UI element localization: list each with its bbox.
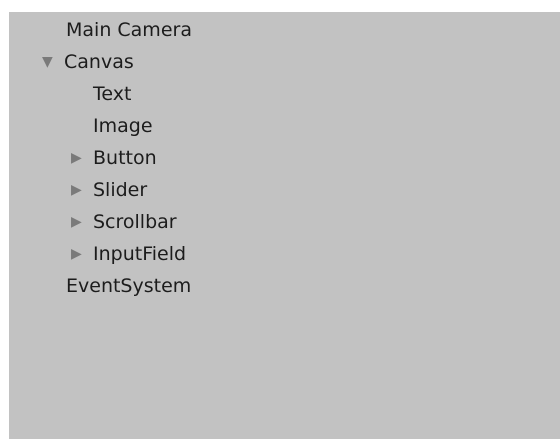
hierarchy-item-eventsystem[interactable]: EventSystem xyxy=(66,270,191,302)
hierarchy-item-label: InputField xyxy=(93,243,187,265)
hierarchy-item-label: Main Camera xyxy=(66,19,192,41)
hierarchy-item-label: Scrollbar xyxy=(93,211,177,233)
hierarchy-item-label: Canvas xyxy=(64,51,134,73)
hierarchy-item-button[interactable]: ▶ Button xyxy=(71,142,157,174)
triangle-right-icon[interactable]: ▶ xyxy=(71,246,93,262)
hierarchy-item-label: Text xyxy=(93,83,132,105)
hierarchy-item-canvas[interactable]: ▼ Canvas xyxy=(42,46,134,78)
hierarchy-item-label: Button xyxy=(93,147,157,169)
hierarchy-item-label: EventSystem xyxy=(66,275,192,297)
hierarchy-item-label: Image xyxy=(93,115,153,137)
hierarchy-item-scrollbar[interactable]: ▶ Scrollbar xyxy=(71,206,177,238)
hierarchy-item-slider[interactable]: ▶ Slider xyxy=(71,174,147,206)
triangle-right-icon[interactable]: ▶ xyxy=(71,214,93,230)
triangle-right-icon[interactable]: ▶ xyxy=(71,182,93,198)
hierarchy-item-label: Slider xyxy=(93,179,148,201)
hierarchy-item-inputfield[interactable]: ▶ InputField xyxy=(71,238,186,270)
hierarchy-item-main-camera[interactable]: Main Camera xyxy=(66,14,192,46)
triangle-down-icon[interactable]: ▼ xyxy=(42,54,64,70)
hierarchy-item-image[interactable]: Image xyxy=(93,110,153,142)
hierarchy-item-text[interactable]: Text xyxy=(93,78,131,110)
hierarchy-panel: Main Camera ▼ Canvas Text Image ▶ Button… xyxy=(9,12,560,439)
triangle-right-icon[interactable]: ▶ xyxy=(71,150,93,166)
